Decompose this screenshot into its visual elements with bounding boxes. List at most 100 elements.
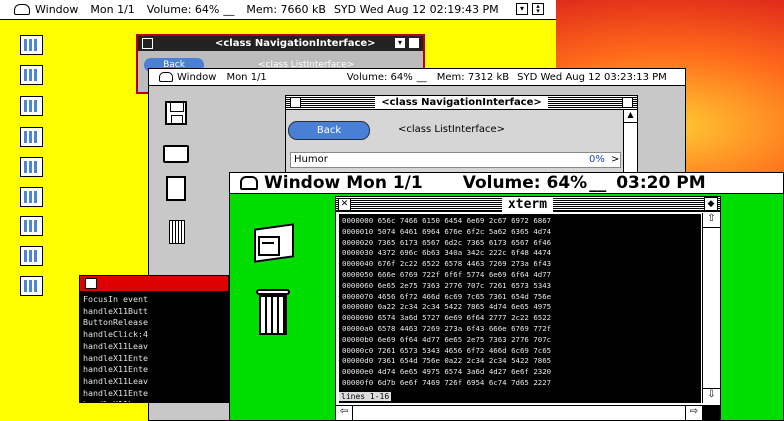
apple-logo-icon[interactable] <box>14 4 30 15</box>
memory-label: Mem: 7660 kB <box>246 3 326 16</box>
hexdump-line: 0000060 6e65 2e75 7363 2776 707c 7261 65… <box>342 280 552 290</box>
scroll-stepper-icon[interactable]: ▴ ▾ <box>532 3 544 15</box>
volume-bar: __ <box>589 173 607 193</box>
clock: 03:20 PM <box>616 173 706 193</box>
terminal-line: ButtonRelease <box>83 317 148 328</box>
hexdump-line: 0000040 676f 2c22 6522 6578 4463 7269 27… <box>342 259 552 269</box>
mid-menubar: Window Mon 1/1 Volume: 64% __ Mem: 7312 … <box>149 69 685 86</box>
zoom-button[interactable] <box>409 38 419 48</box>
zoom-box-icon[interactable] <box>622 97 633 108</box>
terminal-line: handleX11Leav <box>83 375 148 386</box>
desktop-app-icon[interactable] <box>20 35 43 55</box>
hexdump-line: 00000e0 4d74 6e65 4975 6574 3a6d 4d27 6e… <box>342 367 552 377</box>
desktop-app-icon[interactable] <box>20 187 43 207</box>
memory-label: Mem: 7312 kB <box>436 71 510 83</box>
hexdump-line: 0000080 0a22 2c34 2c34 5422 7865 4d74 6e… <box>342 302 552 312</box>
hexdump-line: 00000a0 6578 4463 7269 273a 6f43 666e 67… <box>342 323 552 333</box>
minimize-button[interactable]: ▾ <box>395 38 405 48</box>
document-icon[interactable] <box>166 176 186 201</box>
terminal-line: handleX11Ente <box>83 364 148 375</box>
window-titlebar[interactable] <box>80 276 228 291</box>
close-box-icon[interactable] <box>142 38 153 49</box>
terminal-line: handleX11Ente <box>83 352 148 363</box>
terminal-window: FocusIn event handleX11Butt ButtonRelease h… <box>79 275 229 403</box>
scroll-up-icon[interactable]: ▲ <box>624 110 637 123</box>
desktop-app-icon[interactable] <box>20 65 43 85</box>
xterm-screen[interactable]: 0000000 656c 7466 6150 6454 6e69 2c67 69… <box>339 214 701 403</box>
volume-label[interactable]: Volume: 64% <box>147 3 220 16</box>
volume-label[interactable]: Volume: 64% <box>347 72 413 83</box>
desktop-app-icon[interactable] <box>20 96 43 116</box>
hexdump-line: 0000030 4372 696c 6b63 340a 342c 222c 6f… <box>342 248 552 258</box>
apple-logo-icon[interactable] <box>159 72 173 82</box>
terminal-line: handleX11Leav <box>83 340 148 351</box>
scroll-right-icon[interactable]: ⇨ <box>685 406 702 420</box>
floppy-disk-icon[interactable] <box>165 101 187 125</box>
terminal-line: handleClick:4 <box>83 329 148 340</box>
clock: SYD Wed Aug 12 02:19:43 PM <box>333 3 499 16</box>
terminal-line: handleX11Leav <box>83 399 228 402</box>
hexdump-line: 0000050 666e 6769 722f 6f6f 5774 6e69 6f… <box>342 269 552 279</box>
hexdump-line: 00000d0 7361 654d 756e 0a22 2c34 2c34 54… <box>342 356 552 366</box>
desktop-app-icon[interactable] <box>20 157 43 177</box>
resize-grip-icon[interactable] <box>702 405 720 420</box>
chevron-right-icon: > <box>611 154 620 165</box>
volume-label[interactable]: Volume: 64% <box>463 173 588 193</box>
scroll-up-icon[interactable]: ⇧ <box>703 213 720 228</box>
zoom-box-icon[interactable]: ◆ <box>703 197 718 211</box>
back-button[interactable]: Back <box>288 121 370 140</box>
desktop-app-icon[interactable] <box>20 276 43 296</box>
desktop-app-icon[interactable] <box>20 246 43 266</box>
volume-bar: __ <box>416 71 427 83</box>
window-menu[interactable]: Window <box>264 173 340 193</box>
window-title: <class NavigationInterface> <box>215 38 376 49</box>
trash-can-icon[interactable] <box>256 289 290 337</box>
desktop-app-icon[interactable] <box>20 127 43 147</box>
terminal-line: handleX11Butt <box>83 305 148 316</box>
hexdump-line: 00000c0 7261 6573 5343 4656 6f72 466d 6c… <box>342 345 552 355</box>
terminal-line: FocusIn event <box>83 294 148 304</box>
window-title: <class NavigationInterface> <box>375 97 548 108</box>
file-cabinet-icon[interactable] <box>250 218 300 263</box>
pager-status: lines 1-16 <box>339 392 392 401</box>
hexdump-line: 0000070 4656 6f72 466d 6c69 7c65 7361 65… <box>342 291 552 301</box>
window-title: xterm <box>501 196 554 212</box>
close-box-icon[interactable] <box>85 278 97 289</box>
terminal-output[interactable]: FocusIn event handleX11Butt ButtonRelease h… <box>83 294 228 402</box>
terminal-line: handleX11Ente <box>83 387 148 398</box>
hexdump-line: 0000000 656c 7466 6150 6454 6e69 2c67 69… <box>342 216 552 225</box>
desktop-app-icon[interactable] <box>20 216 43 236</box>
clock: SYD Wed Aug 12 03:23:13 PM <box>517 71 667 83</box>
window-titlebar[interactable]: <class NavigationInterface> ▾ <box>138 36 423 51</box>
window-titlebar[interactable]: <class NavigationInterface> <box>286 96 637 110</box>
hexdump-line: 0000020 7365 6173 6567 6d2c 7365 6173 65… <box>342 237 552 247</box>
trash-icon[interactable] <box>169 220 185 244</box>
scroll-down-icon[interactable]: ⇩ <box>703 388 720 403</box>
xterm-window: ✕ xterm ◆ 0000000 656c 7466 6150 6454 6e… <box>335 196 721 421</box>
horizontal-scrollbar[interactable]: ⇦ ⇨ <box>336 405 702 420</box>
monitor-label: Mon 1/1 <box>346 173 423 193</box>
vertical-scrollbar[interactable]: ⇧ ⇩ <box>702 213 720 403</box>
close-box-icon[interactable]: ✕ <box>338 197 351 211</box>
window-titlebar[interactable]: ✕ xterm ◆ <box>336 196 720 212</box>
apple-logo-icon[interactable] <box>240 176 258 190</box>
green-menubar: Window Mon 1/1 Volume: 64% __ 03:20 PM <box>230 173 783 194</box>
list-item[interactable]: Humor 0% > <box>290 152 621 168</box>
folder-icon[interactable] <box>163 145 189 163</box>
monitor-label: Mon 1/1 <box>226 71 267 83</box>
list-item-percent: 0% <box>589 154 605 165</box>
list-item-label: Humor <box>294 154 328 165</box>
window-menu[interactable]: Window <box>177 72 216 83</box>
list-title: <class ListInterface> <box>398 124 506 135</box>
hexdump-line: 00000f0 6d7b 6e6f 7469 726f 6954 6c74 7d… <box>342 377 552 387</box>
volume-bar: __ <box>223 3 235 16</box>
hexdump-line: 0000010 5074 6461 6964 676e 6f2c 5a62 63… <box>342 226 552 236</box>
window-menu[interactable]: Window <box>35 3 78 16</box>
hexdump-line: 0000090 6574 3a6d 5727 6e69 6f64 2777 2c… <box>342 313 552 323</box>
scroll-left-icon[interactable]: ⇦ <box>336 406 353 420</box>
dropdown-arrow-icon[interactable]: ▾ <box>516 3 528 15</box>
top-menubar: Window Mon 1/1 Volume: 64% __ Mem: 7660 … <box>0 0 556 20</box>
close-box-icon[interactable] <box>290 97 301 108</box>
monitor-label: Mon 1/1 <box>90 3 135 16</box>
hexdump-line: 00000b0 6e69 6f64 4d77 6e65 2e75 7363 27… <box>342 334 552 344</box>
